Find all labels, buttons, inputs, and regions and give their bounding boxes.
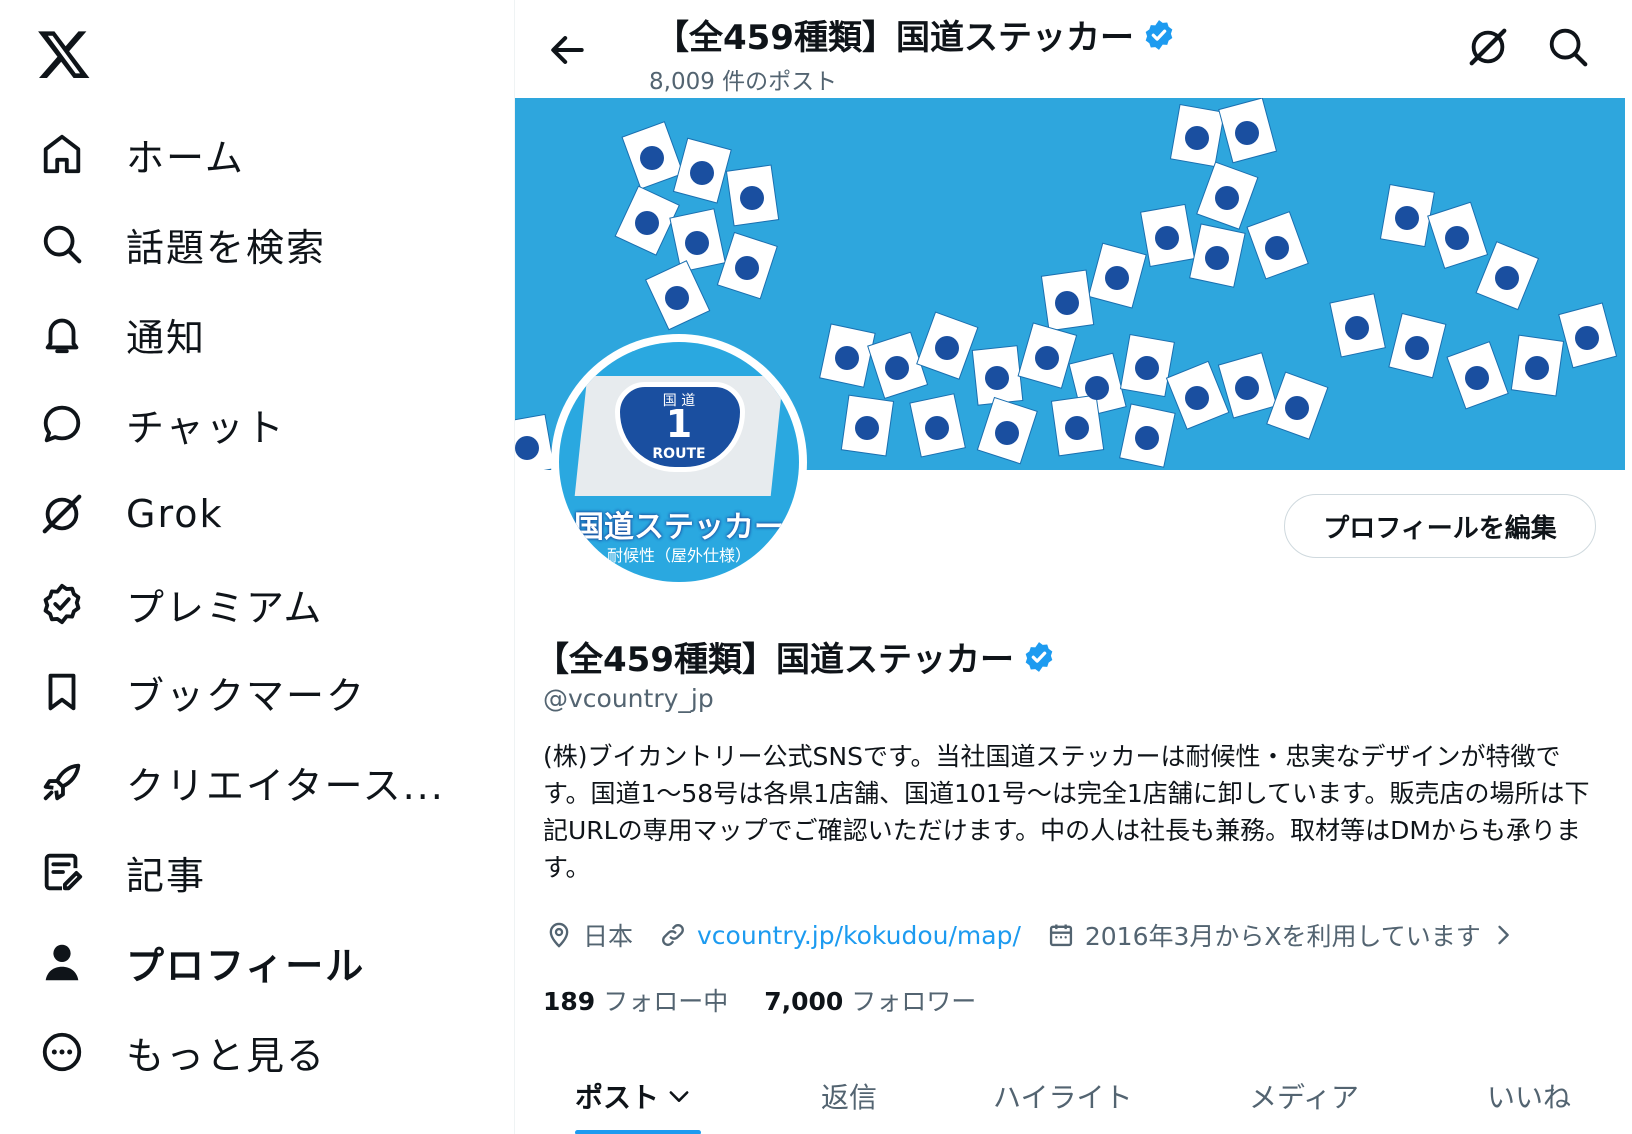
profile-name: 【全459種類】国道ステッカー xyxy=(535,632,1056,681)
chat-icon xyxy=(36,398,88,450)
nav-label-chat: チャット xyxy=(126,405,286,450)
verified-check-icon xyxy=(1145,19,1173,50)
nav-item-chat[interactable]: チャット xyxy=(36,392,286,456)
profile-column: 【全459種類】国道ステッカー 8,009 件のポスト 国 道 1 ROUTE … xyxy=(515,0,1632,1134)
location-pin-icon xyxy=(549,922,569,948)
profile-handle: @vcountry_jp xyxy=(543,684,714,713)
header-post-count: 8,009 件のポスト xyxy=(649,69,838,95)
left-nav: ホーム 話題を検索 通知 チャット Grok プレミアム ブックマーク クリエイ… xyxy=(0,0,514,1134)
chevron-right-icon xyxy=(1498,925,1509,945)
following-count: 189 xyxy=(543,987,596,1016)
link-icon xyxy=(662,924,684,946)
avatar-brand-text: 国道ステッカー xyxy=(574,510,784,545)
nav-item-home[interactable]: ホーム xyxy=(36,122,245,186)
nav-item-profile[interactable]: プロフィール xyxy=(36,930,365,994)
nav-label-explore: 話題を検索 xyxy=(126,225,327,270)
nav-label-profile: プロフィール xyxy=(126,943,366,988)
header-title-text: 【全459種類】国道ステッカー xyxy=(655,18,1134,58)
nav-label-grok: Grok xyxy=(126,492,224,536)
follow-stats: 189 フォロー中 7,000 フォロワー xyxy=(543,982,1012,1018)
nav-item-articles[interactable]: 記事 xyxy=(36,840,206,904)
article-icon xyxy=(36,846,88,898)
nav-label-creator-studio: クリエイタース... xyxy=(126,763,445,808)
tab-likes[interactable]: いいね xyxy=(1487,1076,1571,1116)
tab-posts[interactable]: ポスト xyxy=(575,1076,693,1116)
grok-icon xyxy=(36,488,88,540)
nav-item-premium[interactable]: プレミアム xyxy=(36,572,323,636)
nav-item-more[interactable]: もっと見る xyxy=(36,1020,326,1084)
profile-tabs: ポスト 返信 ハイライト メディア いいね xyxy=(515,1066,1632,1134)
edit-profile-button[interactable]: プロフィールを編集 xyxy=(1284,494,1596,558)
nav-label-notifications: 通知 xyxy=(126,315,207,360)
nav-label-more: もっと見る xyxy=(126,1033,327,1078)
nav-item-grok[interactable]: Grok xyxy=(36,482,224,546)
nav-item-bookmarks[interactable]: ブックマーク xyxy=(36,660,366,724)
avatar-brand-subtext: 耐候性（屋外仕様） xyxy=(606,546,751,565)
profile-bio: (株)ブイカントリー公式SNSです。当社国道ステッカーは耐候性・忠実なデザインが… xyxy=(543,742,1590,882)
grok-icon[interactable] xyxy=(1465,24,1511,70)
verified-check-icon[interactable] xyxy=(1022,640,1056,674)
bookmark-icon xyxy=(36,666,88,718)
nav-item-explore[interactable]: 話題を検索 xyxy=(36,212,326,276)
tab-posts-label: ポスト xyxy=(575,1081,660,1114)
nav-label-home: ホーム xyxy=(126,135,245,180)
back-arrow-icon[interactable] xyxy=(545,28,589,72)
profile-joined[interactable]: 2016年3月からXを利用しています xyxy=(1047,917,1517,953)
nav-item-notifications[interactable]: 通知 xyxy=(36,302,206,366)
verified-badge-icon xyxy=(36,578,88,630)
search-icon[interactable] xyxy=(1545,24,1591,70)
profile-name-text: 【全459種類】国道ステッカー xyxy=(535,640,1014,680)
nav-label-bookmarks: ブックマーク xyxy=(126,673,367,718)
active-tab-indicator xyxy=(575,1130,701,1134)
calendar-icon xyxy=(1049,924,1072,947)
followers-label: フォロワー xyxy=(851,987,977,1016)
nav-label-articles: 記事 xyxy=(126,853,207,898)
avatar[interactable]: 国 道 1 ROUTE 国道ステッカー 耐候性（屋外仕様） xyxy=(559,342,799,582)
avatar-route-text: ROUTE xyxy=(652,446,706,462)
x-logo-icon[interactable] xyxy=(36,26,92,82)
following-link[interactable]: 189 フォロー中 xyxy=(543,982,728,1018)
location-text: 日本 xyxy=(583,922,634,951)
nav-item-creator-studio[interactable]: クリエイタース... xyxy=(36,750,445,814)
chevron-down-icon xyxy=(669,1091,689,1102)
joined-text: 2016年3月からXを利用しています xyxy=(1084,922,1481,951)
search-icon xyxy=(36,218,88,270)
nav-label-premium: プレミアム xyxy=(126,585,324,630)
avatar-route-number: 1 xyxy=(665,402,693,446)
header-title: 【全459種類】国道ステッカー xyxy=(655,10,1176,59)
tab-media[interactable]: メディア xyxy=(1249,1076,1359,1116)
person-icon xyxy=(36,936,88,988)
website-link[interactable]: vcountry.jp/kokudou/map/ xyxy=(697,921,1021,950)
profile-meta: 日本 vcountry.jp/kokudou/map/ 2016年3月からXを利… xyxy=(545,916,1543,954)
tab-replies[interactable]: 返信 xyxy=(821,1076,877,1116)
following-label: フォロー中 xyxy=(603,987,729,1016)
more-circle-icon xyxy=(36,1026,88,1078)
profile-website: vcountry.jp/kokudou/map/ xyxy=(659,921,1021,950)
home-icon xyxy=(36,128,88,180)
rocket-icon xyxy=(36,756,88,808)
tab-highlights[interactable]: ハイライト xyxy=(993,1076,1132,1116)
followers-link[interactable]: 7,000 フォロワー xyxy=(764,982,976,1018)
profile-location: 日本 xyxy=(545,917,633,953)
followers-count: 7,000 xyxy=(764,987,844,1016)
bell-icon xyxy=(36,308,88,360)
